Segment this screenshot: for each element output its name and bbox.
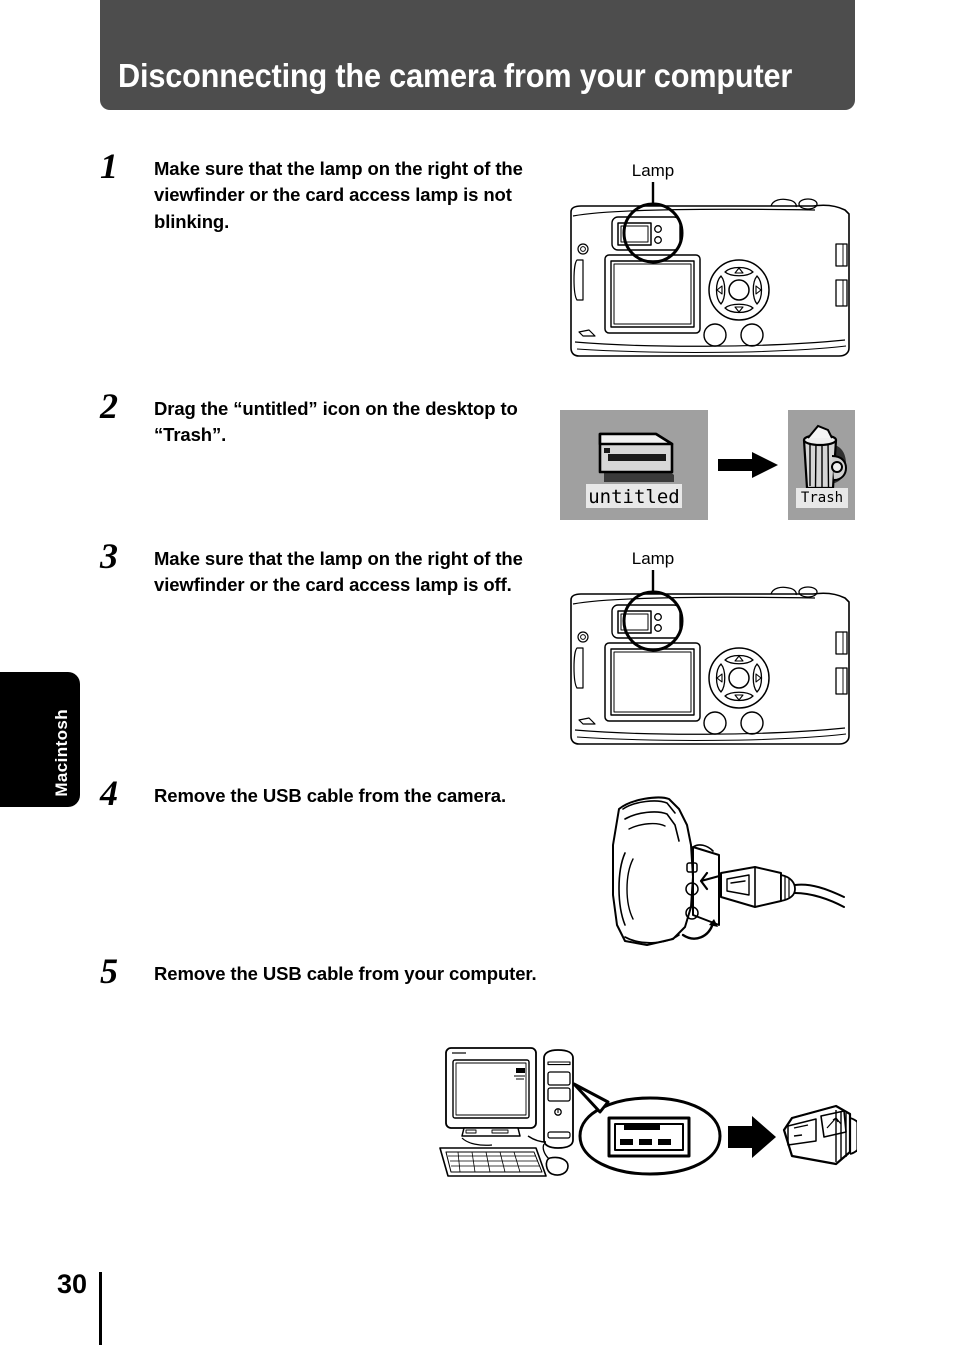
step-2-text: Drag the “untitled” icon on the desktop …: [154, 398, 518, 446]
figure-computer-usb-connection: [432, 1040, 863, 1215]
footer-vertical-rule: [99, 1272, 102, 1345]
step-1-number: 1: [100, 146, 118, 186]
section-tab-label: Macintosh: [52, 709, 71, 797]
figure-camera-usb-connection: [595, 785, 845, 955]
figure-label-lamp-step-1: Lamp: [632, 161, 675, 180]
step-1-text: Make sure that the lamp on the right of …: [154, 158, 523, 232]
desktop-computer-usb-illustration: [439, 1047, 863, 1177]
page-title: Disconnecting the camera from your compu…: [118, 57, 793, 94]
step-4-text: Remove the USB cable from the camera.: [154, 785, 507, 806]
step-5-text: Remove the USB cable from your computer.: [154, 963, 537, 984]
step-2-number: 2: [100, 386, 118, 426]
step-3-text: Make sure that the lamp on the right of …: [154, 548, 523, 596]
section-tab-macintosh: Macintosh: [0, 672, 80, 807]
figure-untitled-to-trash: untitled Trash: [560, 410, 855, 520]
page-number: 30: [57, 1269, 88, 1299]
camera-rear-illustration: Lamp: [570, 549, 850, 745]
untitled-icon-caption: untitled: [586, 484, 682, 508]
desktop-plate-trash: Trash: [788, 410, 855, 520]
figure-camera-rear-step-1: Lamp: [565, 160, 855, 365]
drag-arrow-icon: [718, 452, 778, 478]
figure-camera-rear-step-3: Lamp: [565, 548, 855, 753]
step-4-number: 4: [100, 773, 118, 813]
camera-side-usb-illustration: [612, 796, 845, 946]
step-3-number: 3: [100, 536, 118, 576]
page-header-banner: Disconnecting the camera from your compu…: [100, 0, 855, 110]
step-5-number: 5: [100, 951, 118, 991]
trash-icon-caption: Trash: [796, 488, 848, 508]
camera-rear-illustration: Lamp: [570, 161, 850, 357]
desktop-plate-untitled: untitled: [560, 410, 708, 520]
figure-label-lamp-step-3: Lamp: [632, 549, 675, 568]
